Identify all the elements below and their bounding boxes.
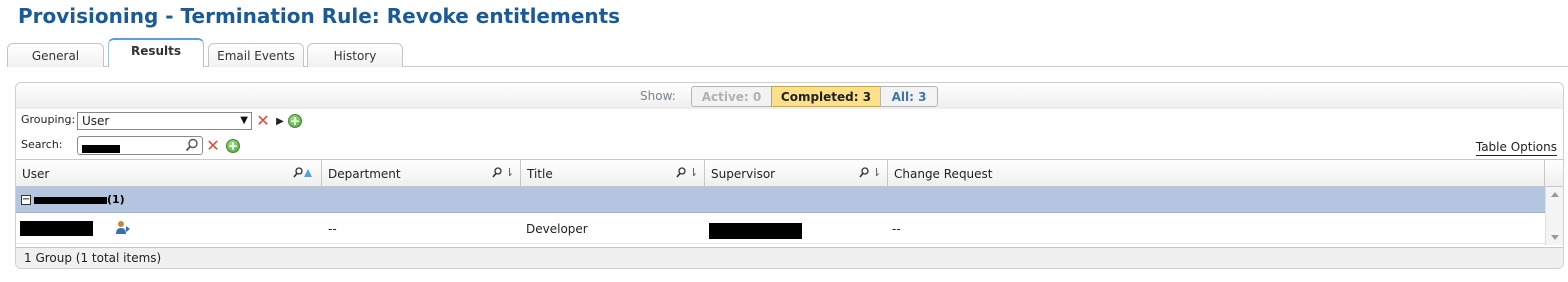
add-grouping-icon[interactable]: + bbox=[288, 114, 302, 128]
filter-bar: Show: Active: 0 Completed: 3 All: 3 bbox=[16, 83, 1563, 109]
redacted-search-text bbox=[82, 145, 120, 153]
column-header-change-request[interactable]: Change Request bbox=[888, 160, 1545, 187]
scroll-up-icon[interactable] bbox=[1551, 192, 1559, 197]
column-label: Department bbox=[328, 167, 401, 181]
grouping-label: Grouping: bbox=[21, 113, 76, 126]
column-tools: ⇂ bbox=[859, 166, 881, 181]
sort-ascending-icon[interactable] bbox=[304, 169, 312, 177]
user-profile-icon[interactable] bbox=[115, 220, 131, 236]
table-options-link[interactable]: Table Options bbox=[1475, 140, 1557, 156]
group-count: (1) bbox=[107, 193, 125, 206]
add-search-icon[interactable]: + bbox=[226, 139, 240, 153]
column-label: Title bbox=[527, 167, 553, 181]
clear-search-icon[interactable]: ✕ bbox=[205, 138, 221, 154]
column-header-user[interactable]: User bbox=[16, 160, 322, 187]
tab-results[interactable]: Results bbox=[108, 38, 204, 68]
redacted-user-name bbox=[20, 221, 93, 236]
scroll-down-icon[interactable] bbox=[1551, 235, 1559, 240]
redacted-supervisor bbox=[709, 223, 802, 239]
show-label: Show: bbox=[640, 89, 676, 103]
search-label: Search: bbox=[21, 138, 63, 151]
column-header-title[interactable]: Title ⇂ bbox=[521, 160, 705, 187]
sort-icon[interactable]: ⇂ bbox=[689, 166, 698, 180]
column-search-icon[interactable] bbox=[676, 167, 686, 179]
grouping-select[interactable]: User ▼ bbox=[77, 112, 252, 130]
play-icon[interactable]: ▶ bbox=[275, 113, 285, 129]
column-search-icon[interactable] bbox=[492, 167, 502, 179]
search-input[interactable] bbox=[77, 136, 203, 155]
column-search-icon[interactable] bbox=[859, 167, 869, 179]
change-request-cell: -- bbox=[892, 222, 901, 236]
column-label: Supervisor bbox=[711, 167, 776, 181]
filter-active-button[interactable]: Active: 0 bbox=[691, 86, 772, 107]
sort-icon[interactable]: ⇂ bbox=[505, 166, 514, 180]
tab-bar: General Results Email Events History bbox=[7, 38, 1568, 68]
department-cell: -- bbox=[328, 222, 337, 236]
title-cell: Developer bbox=[526, 222, 588, 236]
column-label: Change Request bbox=[894, 167, 993, 181]
filter-all-button[interactable]: All: 3 bbox=[880, 86, 938, 107]
table-row[interactable]: -- Developer -- bbox=[16, 214, 1545, 244]
search-icon[interactable] bbox=[185, 138, 199, 152]
grouping-value: User bbox=[82, 114, 110, 128]
chevron-down-icon: ▼ bbox=[240, 115, 248, 126]
column-header-supervisor[interactable]: Supervisor ⇂ bbox=[705, 160, 888, 187]
vertical-scrollbar[interactable] bbox=[1545, 187, 1563, 245]
group-row[interactable]: − (1) bbox=[16, 187, 1545, 213]
table-header: User Department ⇂ Title ⇂ Supervisor ⇂ C… bbox=[16, 159, 1563, 187]
column-tools: ⇂ bbox=[492, 166, 514, 181]
column-tools: ⇂ bbox=[676, 166, 698, 181]
clear-grouping-icon[interactable]: ✕ bbox=[255, 113, 271, 129]
column-tools bbox=[293, 167, 315, 181]
collapse-icon[interactable]: − bbox=[21, 195, 31, 205]
column-header-department[interactable]: Department ⇂ bbox=[322, 160, 521, 187]
tab-history[interactable]: History bbox=[307, 43, 403, 67]
scrollbar-header bbox=[1545, 160, 1563, 187]
page-title: Provisioning - Termination Rule: Revoke … bbox=[18, 4, 621, 28]
sort-icon[interactable]: ⇂ bbox=[872, 166, 881, 180]
filter-completed-button[interactable]: Completed: 3 bbox=[771, 86, 881, 107]
column-label: User bbox=[22, 167, 50, 181]
results-panel: Show: Active: 0 Completed: 3 All: 3 Grou… bbox=[15, 82, 1564, 269]
redacted-group-name bbox=[34, 197, 107, 204]
tab-email-events[interactable]: Email Events bbox=[208, 43, 304, 67]
table-footer: 1 Group (1 total items) bbox=[16, 247, 1563, 268]
column-search-icon[interactable] bbox=[293, 167, 303, 179]
tab-general[interactable]: General bbox=[7, 43, 104, 67]
